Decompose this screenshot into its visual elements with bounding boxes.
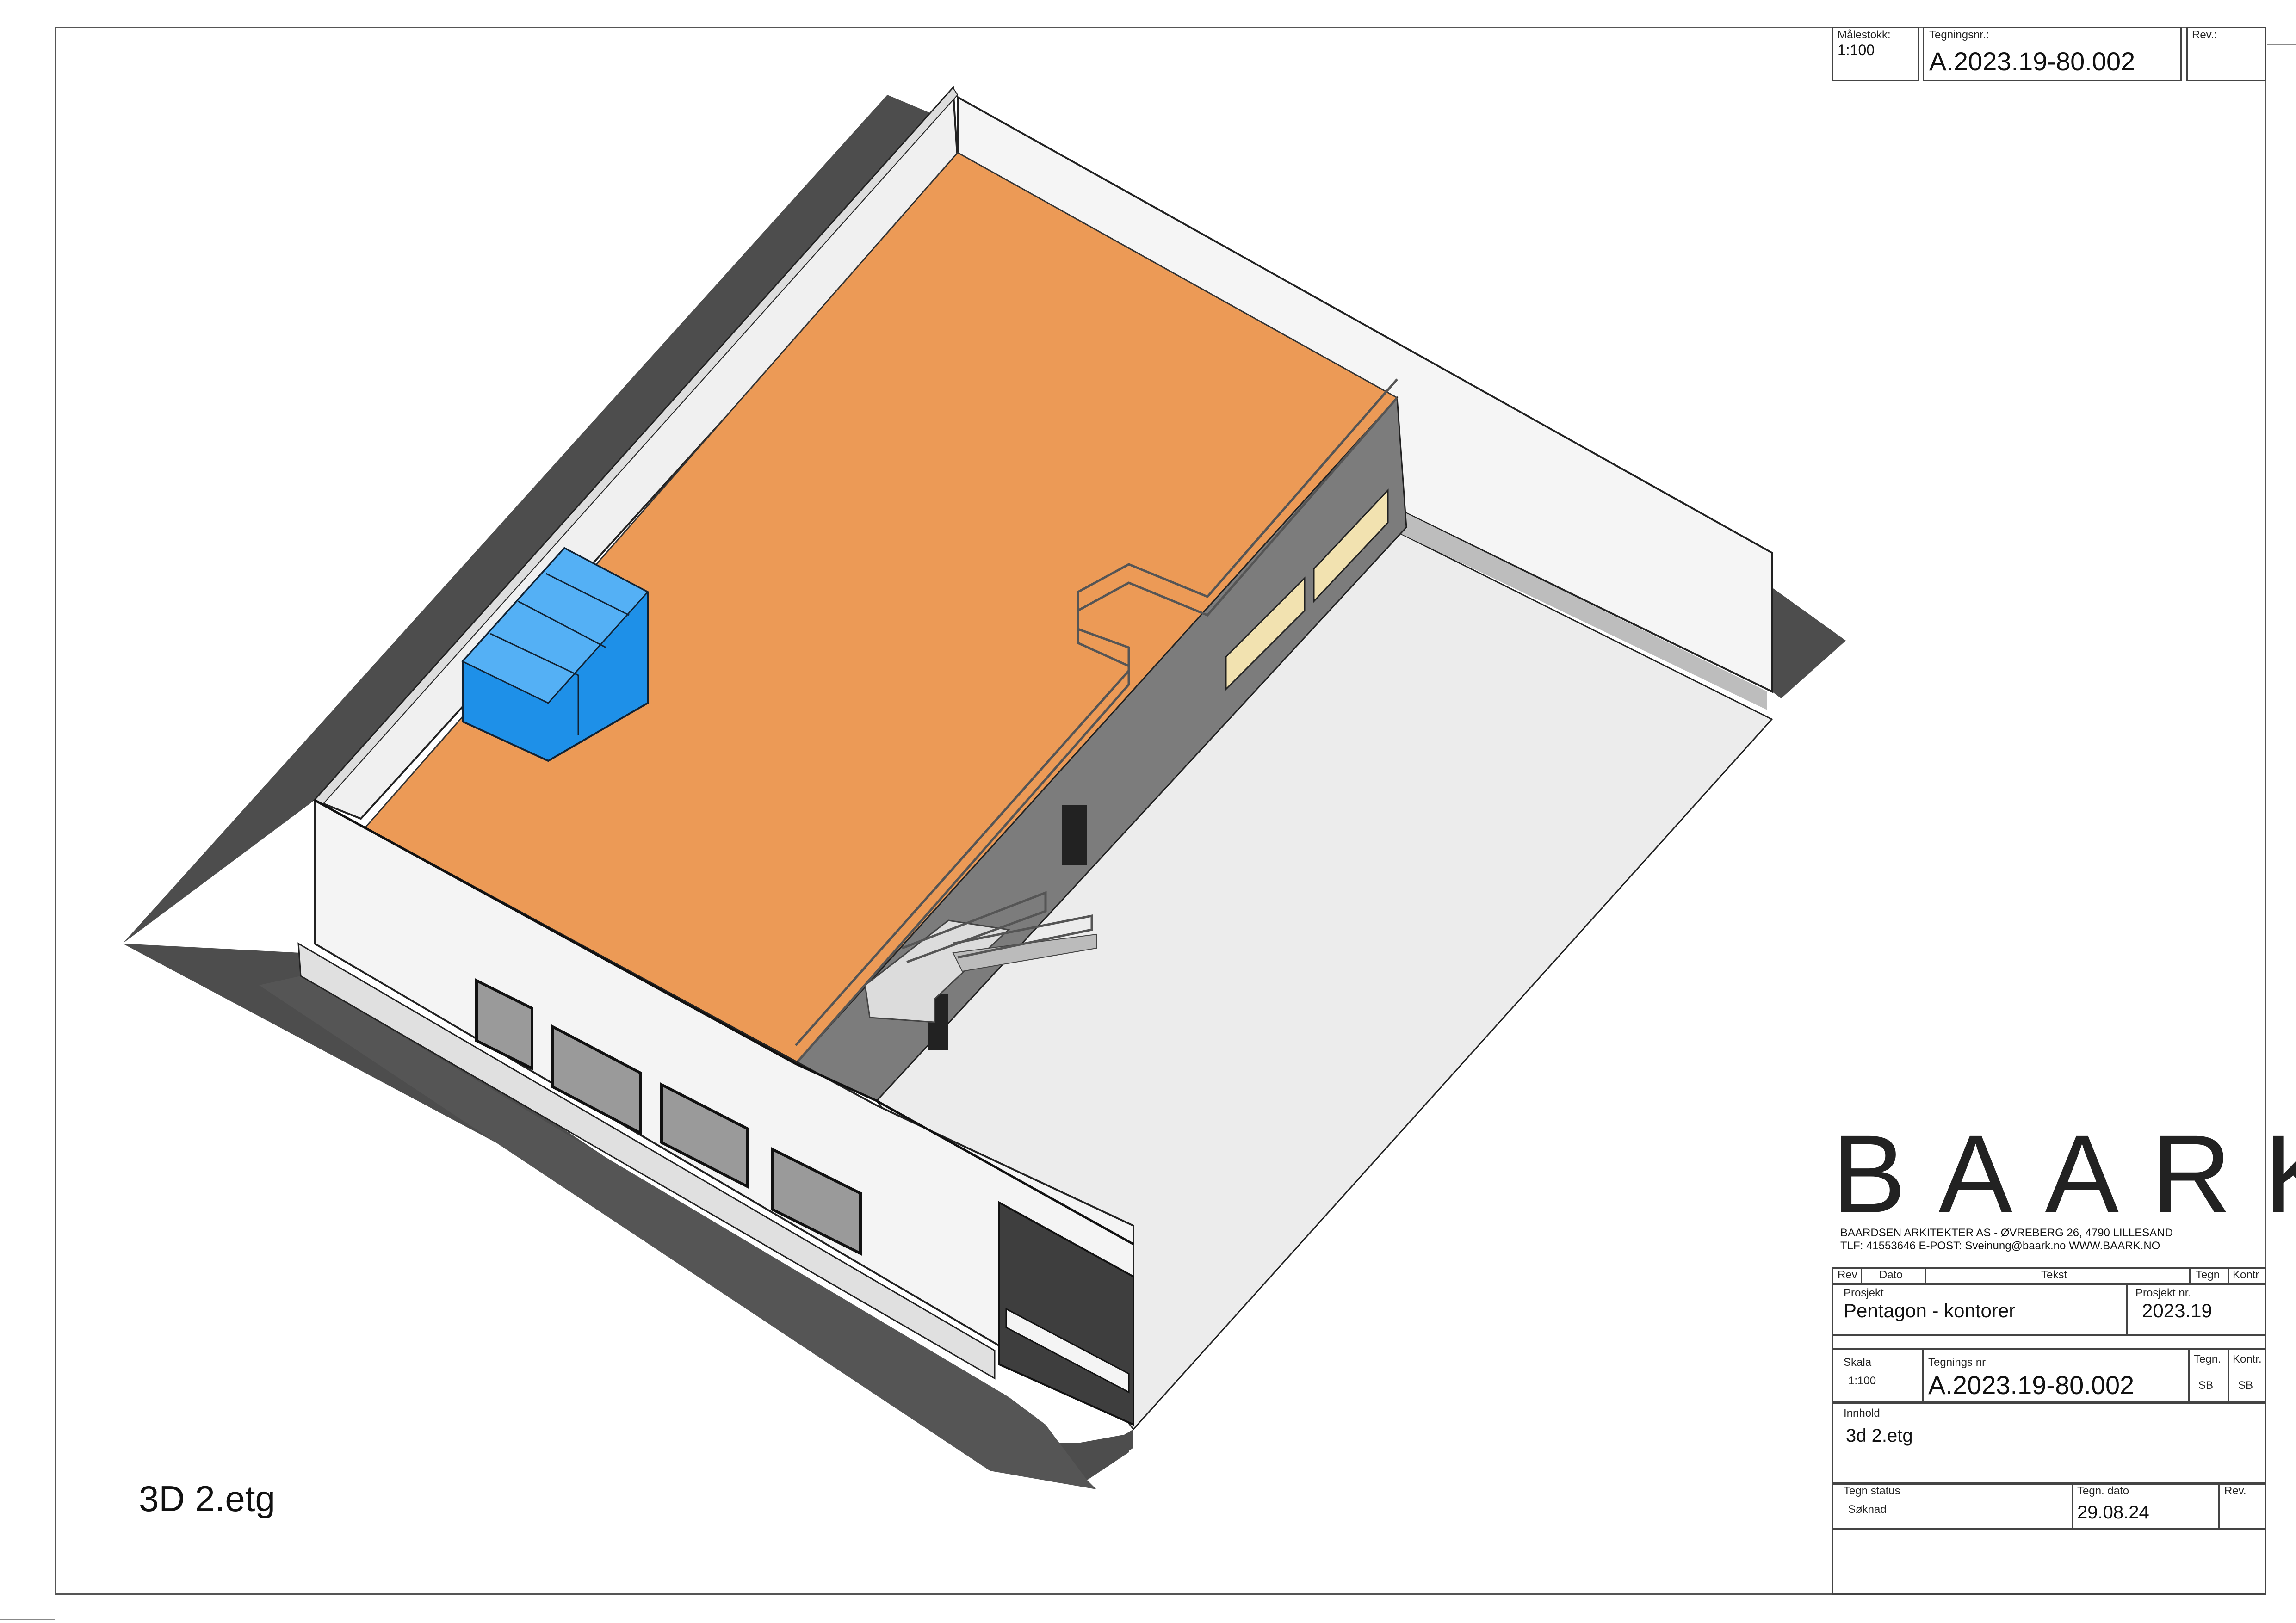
drawn-by-label: Tegn. [2194,1353,2221,1365]
status-divider-1 [2072,1483,2073,1530]
rev-col-tegn: Tegn [2196,1269,2220,1281]
header-scale-label: Målestokk: [1838,29,1891,41]
header-scale-value: 1:100 [1838,42,1875,58]
project-number-value: 2023.19 [2142,1300,2212,1321]
company-contact: TLF: 41553646 E-POST: Sveinung@baark.no … [1840,1240,2160,1252]
drawing-divider-3 [2228,1348,2229,1403]
header-rev-label: Rev.: [2192,29,2217,41]
drawing-divider-2 [2188,1348,2190,1403]
date-label: Tegn. dato [2077,1485,2129,1497]
rev-col-divider-2 [1925,1267,1926,1284]
project-label: Prosjekt [1844,1287,1884,1299]
status-value: Søknad [1848,1503,1887,1516]
project-value: Pentagon - kontorer [1844,1300,2016,1321]
status-rev-label: Rev. [2224,1485,2246,1497]
content-label: Innhold [1844,1407,1880,1419]
header-drawing-no-value: A.2023.19-80.002 [1929,47,2135,76]
rev-col-tekst: Tekst [2041,1269,2067,1281]
drawing-no-value: A.2023.19-80.002 [1928,1370,2135,1400]
drawing-no-label: Tegnings nr [1928,1356,1986,1369]
checked-by-label: Kontr. [2233,1353,2262,1365]
drawing-scale-value: 1:100 [1848,1375,1876,1387]
project-divider [2126,1284,2128,1336]
status-label: Tegn status [1844,1485,1900,1497]
drawing-divider-1 [1922,1348,1924,1403]
rev-col-divider-3 [2189,1267,2191,1284]
project-number-label: Prosjekt nr. [2135,1287,2191,1299]
header-drawing-no-label: Tegningsnr.: [1929,29,1989,41]
view-title: 3D 2.etg [139,1478,275,1519]
ground-shadow-right [1772,587,1846,698]
rev-col-divider-1 [1861,1267,1862,1284]
rev-col-dato: Dato [1879,1269,1903,1281]
rev-col-rev: Rev [1838,1269,1857,1281]
date-value: 29.08.24 [2077,1502,2149,1523]
checked-by-value: SB [2238,1379,2253,1392]
bark-logo: BAARK [1832,1112,2296,1236]
drawn-by-value: SB [2198,1379,2214,1392]
status-divider-2 [2218,1483,2220,1530]
rev-col-divider-4 [2228,1267,2229,1284]
inner-door [1062,805,1087,865]
content-value: 3d 2.etg [1846,1426,1913,1446]
rev-col-kontr: Kontr [2233,1269,2259,1281]
drawing-scale-label: Skala [1844,1356,1872,1369]
company-address: BAARDSEN ARKITEKTER AS - ØVREBERG 26, 47… [1840,1227,2173,1239]
